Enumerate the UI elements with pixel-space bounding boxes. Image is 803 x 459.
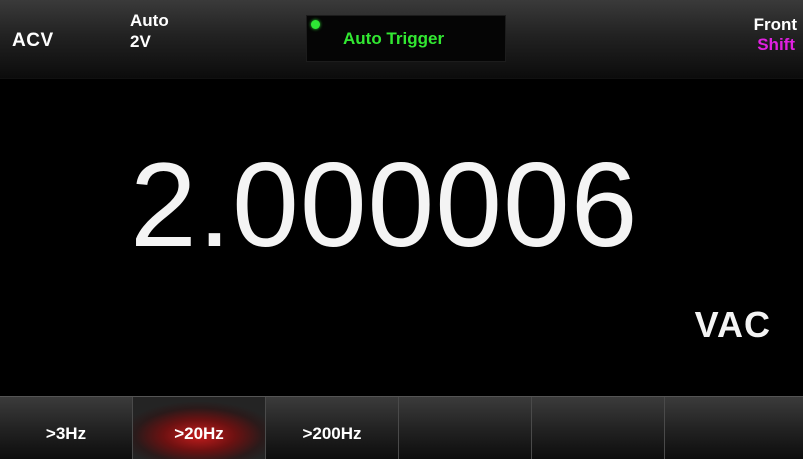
status-bar: ACV Auto 2V Auto Trigger Front Shift bbox=[0, 0, 803, 79]
softkey-4[interactable] bbox=[399, 397, 532, 459]
shift-indicator: Shift bbox=[757, 35, 795, 54]
multimeter-screen: ACV Auto 2V Auto Trigger Front Shift 2.0… bbox=[0, 0, 803, 459]
trigger-status: Auto Trigger bbox=[306, 15, 506, 62]
measurement-reading: 2.000006 bbox=[130, 138, 639, 272]
softkey-6[interactable] bbox=[665, 397, 803, 459]
measurement-display: 2.000006 VAC bbox=[0, 79, 803, 395]
softkey-bar: >3Hz >20Hz >200Hz bbox=[0, 396, 803, 459]
terminal-label: Front bbox=[753, 15, 797, 34]
range-value-label: 2V bbox=[130, 32, 151, 51]
measurement-unit: VAC bbox=[694, 304, 771, 345]
function-label: ACV bbox=[12, 30, 54, 51]
softkey-200hz[interactable]: >200Hz bbox=[266, 397, 399, 459]
range-mode-label: Auto bbox=[130, 11, 169, 30]
softkey-5[interactable] bbox=[532, 397, 665, 459]
trigger-indicator-icon bbox=[311, 20, 320, 29]
trigger-mode-label: Auto Trigger bbox=[343, 29, 445, 48]
softkey-20hz[interactable]: >20Hz bbox=[133, 397, 266, 459]
softkey-3hz[interactable]: >3Hz bbox=[0, 397, 133, 459]
